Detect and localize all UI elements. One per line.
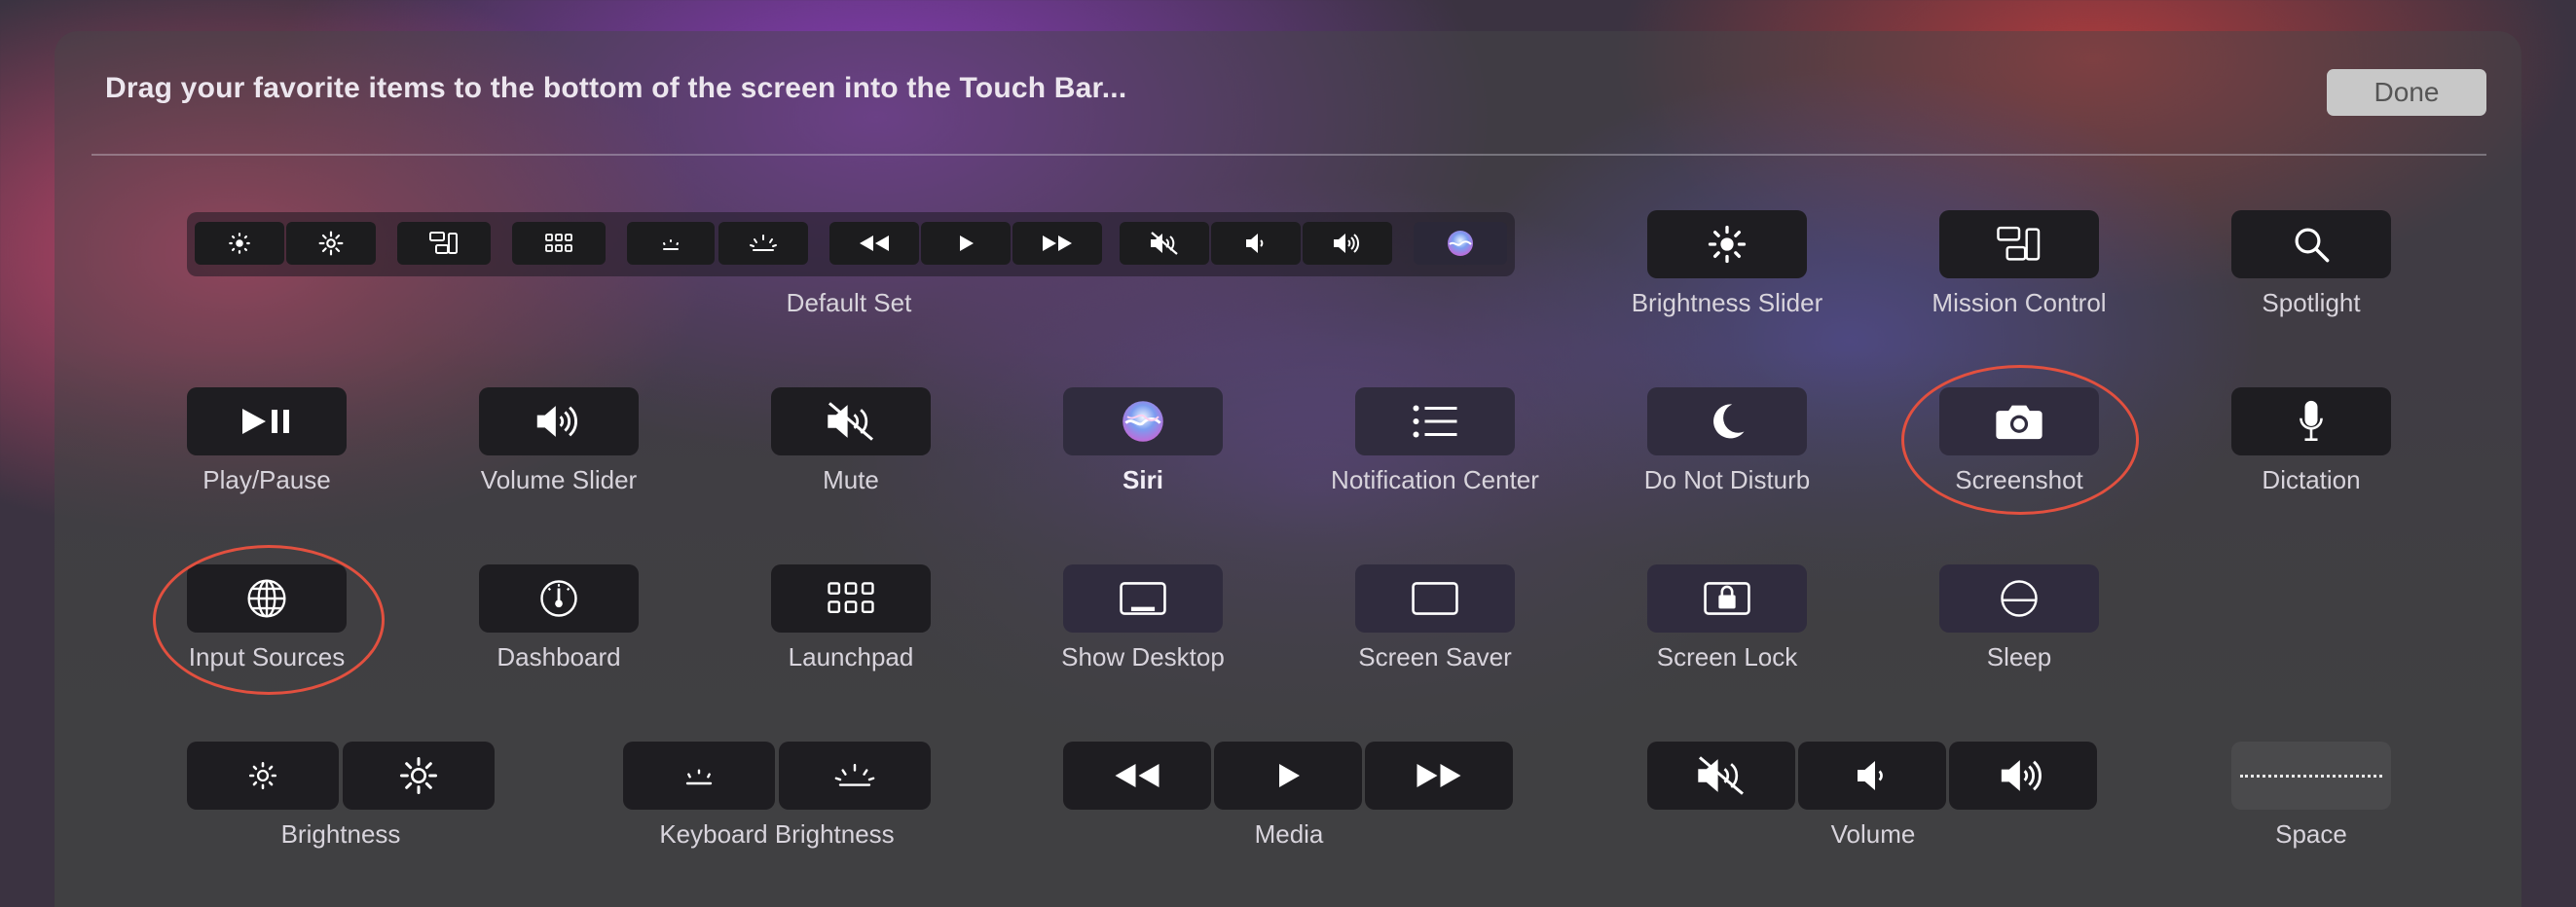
volume-down-icon [1211,222,1301,265]
show-desktop-button[interactable] [1063,564,1223,633]
sleep-icon [2001,580,2038,617]
mission-control-icon [1997,226,2041,261]
done-button[interactable]: Done [2327,69,2486,116]
siri-label: Siri [1122,465,1163,494]
sleep-button[interactable] [1939,564,2099,633]
rewind-button[interactable] [1063,742,1211,810]
brightness-up-icon [286,222,376,265]
brightness-down-button[interactable] [187,742,339,810]
volume-up-button[interactable] [1949,742,2097,810]
space-label: Space [2275,819,2347,849]
media-label: Media [1254,819,1324,849]
brightness-icon [1708,225,1747,264]
spotlight-button[interactable] [2231,210,2391,278]
dashboard-button[interactable] [479,564,639,633]
keyboard-brightness-down-icon [685,769,713,785]
mute-icon [1120,222,1209,265]
search-icon [2295,228,2330,263]
rewind-icon [1115,764,1159,787]
screen-lock-label: Screen Lock [1656,642,1798,671]
fast-forward-button[interactable] [1365,742,1513,810]
dashboard-label: Dashboard [497,642,621,671]
screenshot-label: Screenshot [1955,465,2083,494]
microphone-icon [2300,400,2323,441]
lock-icon [1704,582,1750,615]
keyboard-brightness-up-icon [718,222,808,265]
volume-icon [536,406,577,437]
brightness-down-icon [248,761,277,790]
notification-center-label: Notification Center [1331,465,1539,494]
input-sources-button[interactable] [187,564,347,633]
do-not-disturb-button[interactable] [1647,387,1807,455]
brightness-slider-button[interactable] [1647,210,1807,278]
play-pause-label: Play/Pause [202,465,331,494]
brightness-slider-label: Brightness Slider [1631,288,1823,317]
siri-icon [1414,222,1507,265]
volume-up-icon [1303,222,1392,265]
moon-icon [1713,404,1745,439]
space-button[interactable] [2231,742,2391,810]
screenshot-button[interactable] [1939,387,2099,455]
keyboard-brightness-down-icon [627,222,715,265]
screen-lock-button[interactable] [1647,564,1807,633]
screen-saver-button[interactable] [1355,564,1515,633]
show-desktop-label: Show Desktop [1061,642,1225,671]
camera-icon [1996,405,2042,440]
keyboard-brightness-up-icon [834,763,875,786]
brightness-up-icon [400,757,437,794]
mute-icon [1698,756,1744,795]
launchpad-label: Launchpad [788,642,914,671]
input-sources-label: Input Sources [188,642,346,671]
spotlight-label: Spotlight [2262,288,2361,317]
globe-icon [247,579,286,618]
keyboard-brightness-up-button[interactable] [779,742,931,810]
space-dotted-line [2240,774,2382,778]
siri-button[interactable] [1063,387,1223,455]
default-set-label: Default Set [786,288,912,317]
launchpad-icon [512,222,606,265]
volume-slider-label: Volume Slider [480,465,638,494]
mute-label: Mute [823,465,879,494]
dictation-button[interactable] [2231,387,2391,455]
launchpad-icon [828,582,874,614]
dictation-label: Dictation [2262,465,2361,494]
instruction-text: Drag your favorite items to the bottom o… [105,72,1127,104]
gauge-icon [540,580,577,617]
keyboard-brightness-label: Keyboard Brightness [659,819,895,849]
volume-slider-button[interactable] [479,387,639,455]
screen-saver-icon [1412,582,1458,615]
screen-saver-label: Screen Saver [1358,642,1512,671]
brightness-label: Brightness [280,819,401,849]
volume-down-button[interactable] [1798,742,1946,810]
brightness-up-button[interactable] [343,742,495,810]
mute-icon [828,402,873,441]
play-icon [1279,764,1300,787]
play-pause-icon [242,409,289,434]
mute-button[interactable] [771,387,931,455]
fast-forward-icon [1012,222,1102,265]
desktop-icon [1120,582,1166,615]
volume-up-icon [2001,760,2042,791]
keyboard-brightness-down-button[interactable] [623,742,775,810]
mission-control-icon [397,222,491,265]
notification-center-button[interactable] [1355,387,1515,455]
header-divider [92,154,2486,156]
mute-small-button[interactable] [1647,742,1795,810]
volume-down-icon [1858,761,1883,790]
list-icon [1413,405,1457,438]
rewind-icon [829,222,919,265]
mission-control-label: Mission Control [1932,288,2107,317]
play-pause-button[interactable] [187,387,347,455]
play-button[interactable] [1214,742,1362,810]
brightness-down-icon [195,222,284,265]
launchpad-button[interactable] [771,564,931,633]
do-not-disturb-label: Do Not Disturb [1643,465,1811,494]
volume-label: Volume [1830,819,1916,849]
sleep-label: Sleep [1986,642,2052,671]
fast-forward-icon [1417,764,1461,787]
play-icon [921,222,1011,265]
siri-icon [1122,401,1163,442]
mission-control-button[interactable] [1939,210,2099,278]
